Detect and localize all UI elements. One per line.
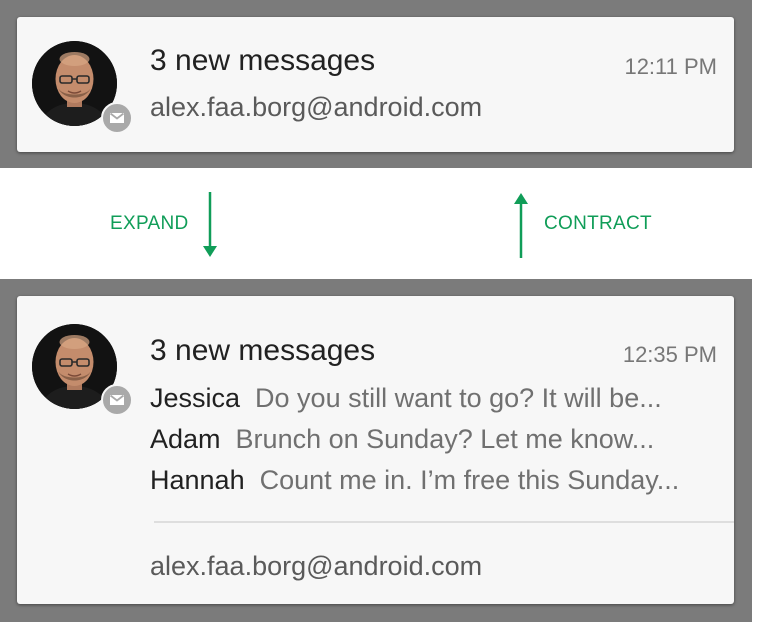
notification-expanded[interactable]: 3 new messages 12:35 PM Jessica Do you st… — [17, 296, 734, 604]
account-email: alex.faa.borg@android.com — [150, 551, 483, 581]
message-row[interactable]: Adam Brunch on Sunday? Let me know... — [150, 419, 725, 460]
divider — [154, 521, 734, 523]
account-email: alex.faa.borg@android.com — [150, 92, 483, 122]
message-snippet: Count me in. I’m free this Sunday... — [259, 465, 680, 495]
arrow-down-icon — [203, 192, 217, 257]
message-sender: Jessica — [150, 383, 241, 413]
notification-time: 12:35 PM — [622, 342, 717, 367]
gmail-badge — [101, 384, 133, 416]
arrow-up-icon — [514, 193, 528, 258]
notification-title: 3 new messages — [150, 44, 376, 77]
message-snippet: Do you still want to go? It will be... — [255, 383, 662, 413]
message-sender: Hannah — [150, 465, 245, 495]
notification-collapsed[interactable]: 3 new messages 12:11 PM alex.faa.borg@an… — [17, 17, 734, 152]
contract-label: CONTRACT — [544, 213, 652, 234]
message-sender: Adam — [150, 424, 221, 454]
gmail-icon — [109, 394, 125, 405]
notification-title: 3 new messages — [150, 334, 376, 367]
message-row[interactable]: Hannah Count me in. I’m free this Sunday.… — [150, 460, 725, 501]
gmail-icon — [109, 112, 125, 123]
message-row[interactable]: Jessica Do you still want to go? It will … — [150, 378, 725, 419]
gmail-badge — [101, 102, 133, 134]
message-list: Jessica Do you still want to go? It will … — [150, 378, 725, 501]
expand-label: EXPAND — [110, 213, 189, 234]
message-snippet: Brunch on Sunday? Let me know... — [235, 424, 655, 454]
notification-time: 12:11 PM — [624, 54, 717, 79]
